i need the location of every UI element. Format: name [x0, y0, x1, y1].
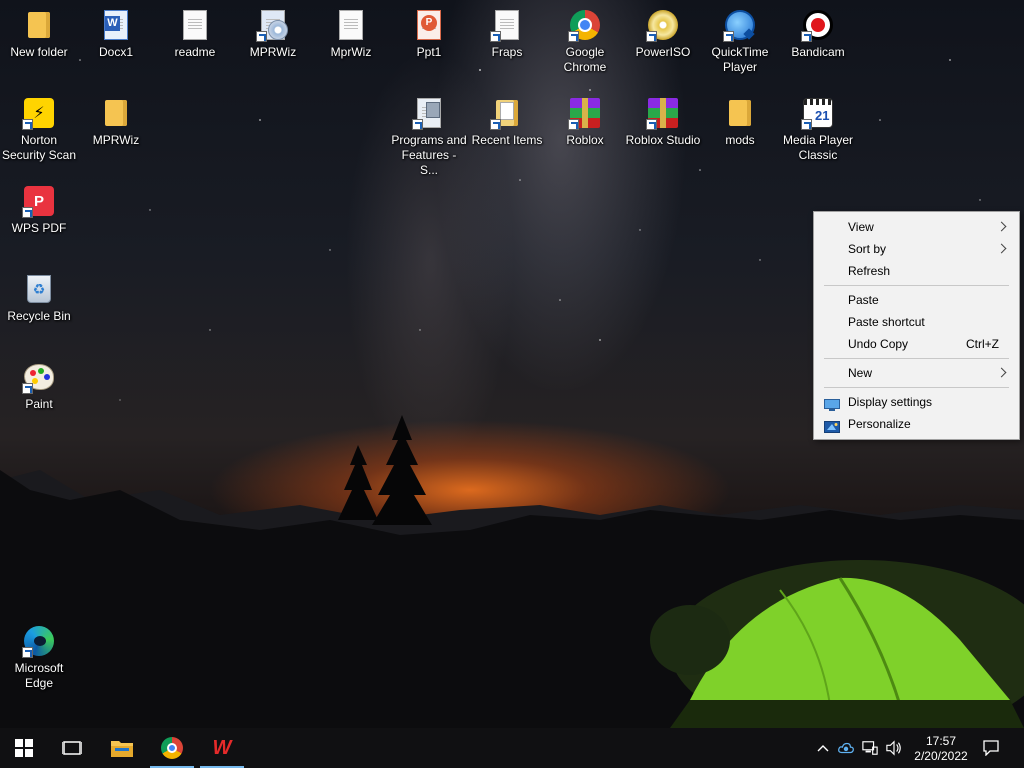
desktop-icon-new-folder[interactable]: New folder: [1, 8, 77, 60]
menu-item-refresh[interactable]: Refresh: [814, 260, 1019, 282]
desktop-icon-google-chrome[interactable]: Google Chrome: [547, 8, 623, 75]
desktop-icon-paint[interactable]: Paint: [1, 360, 77, 412]
desktop-icon-roblox[interactable]: Roblox: [547, 96, 623, 148]
desktop-icon-wps-pdf[interactable]: P WPS PDF: [1, 184, 77, 236]
menu-separator: [824, 358, 1009, 359]
volume-speaker-icon[interactable]: [886, 740, 902, 756]
onedrive-cloud-icon[interactable]: [838, 740, 854, 756]
desktop-icon-roblox-studio[interactable]: Roblox Studio: [625, 96, 701, 148]
folder-icon: [99, 96, 133, 130]
desktop-icon-bandicam[interactable]: Bandicam: [780, 8, 856, 60]
show-hidden-icons-chevron-icon[interactable]: [815, 740, 831, 756]
poweriso-disc-icon: [646, 8, 680, 42]
menu-separator: [824, 387, 1009, 388]
desktop-icon-readme[interactable]: readme: [157, 8, 233, 60]
display-monitor-icon: [824, 396, 840, 411]
chevron-right-icon: [996, 243, 1007, 254]
menu-item-display-settings[interactable]: Display settings: [814, 391, 1019, 413]
text-file-icon: [178, 8, 212, 42]
taskbar-clock[interactable]: 17:57 2/20/2022: [903, 734, 979, 764]
programs-features-icon: [412, 96, 446, 130]
desktop-icon-programs-and-features[interactable]: Programs and Features - S...: [391, 96, 467, 178]
keyboard-shortcut-label: Ctrl+Z: [966, 337, 999, 351]
menu-item-personalize[interactable]: Personalize: [814, 413, 1019, 435]
installer-disc-icon: [256, 8, 290, 42]
menu-separator: [824, 285, 1009, 286]
menu-item-undo-copy[interactable]: Undo Copy Ctrl+Z: [814, 333, 1019, 355]
word-document-icon: W: [99, 8, 133, 42]
fraps-file-icon: [490, 8, 524, 42]
desktop-icon-fraps[interactable]: Fraps: [469, 8, 545, 60]
desktop-icon-ppt1[interactable]: P Ppt1: [391, 8, 467, 60]
winrar-archive-icon: [568, 96, 602, 130]
wps-office-icon: W: [212, 736, 232, 759]
desktop-icon-microsoft-edge[interactable]: Microsoft Edge: [1, 624, 77, 691]
desktop-icon-mods[interactable]: mods: [702, 96, 778, 148]
media-player-classic-icon: 21: [801, 96, 835, 130]
menu-item-new[interactable]: New: [814, 362, 1019, 384]
chrome-icon: [161, 737, 183, 759]
file-explorer-icon: [111, 741, 133, 757]
chevron-right-icon: [996, 221, 1007, 232]
bandicam-record-icon: [801, 8, 835, 42]
text-file-icon: [334, 8, 368, 42]
taskbar: W 17:57 2/20/2022: [0, 728, 1024, 768]
folder-icon: [22, 8, 56, 42]
chrome-icon: [568, 8, 602, 42]
desktop-context-menu: View Sort by Refresh Paste Paste shortcu…: [813, 211, 1020, 440]
desktop-icon-docx1[interactable]: W Docx1: [78, 8, 154, 60]
powerpoint-document-icon: P: [412, 8, 446, 42]
taskbar-wps-office[interactable]: W: [198, 728, 246, 768]
clock-date: 2/20/2022: [914, 749, 968, 763]
desktop-icon-mprwiz-folder[interactable]: MPRWiz: [78, 96, 154, 148]
menu-item-view[interactable]: View: [814, 216, 1019, 238]
taskbar-google-chrome[interactable]: [148, 728, 196, 768]
desktop-icon-recycle-bin[interactable]: ♻ Recycle Bin: [1, 272, 77, 324]
clock-time: 17:57: [925, 734, 957, 748]
desktop-icon-recent-items[interactable]: Recent Items: [469, 96, 545, 148]
desktop-icon-media-player-classic[interactable]: 21 Media Player Classic: [780, 96, 856, 163]
network-ethernet-icon[interactable]: [862, 740, 878, 756]
menu-item-sort-by[interactable]: Sort by: [814, 238, 1019, 260]
recent-items-folder-icon: [490, 96, 524, 130]
personalize-icon: [824, 418, 840, 433]
task-view-button[interactable]: [48, 728, 96, 768]
winrar-archive-icon: [646, 96, 680, 130]
taskbar-file-explorer[interactable]: [98, 728, 146, 768]
wps-pdf-icon: P: [22, 184, 56, 218]
recycle-bin-icon: ♻: [22, 272, 56, 306]
menu-item-paste[interactable]: Paste: [814, 289, 1019, 311]
start-button[interactable]: [0, 728, 48, 768]
desktop-icon-norton-security-scan[interactable]: ⚡ Norton Security Scan: [1, 96, 77, 163]
norton-icon: ⚡: [22, 96, 56, 130]
desktop-icon-mprwiz[interactable]: MPRWiz: [235, 8, 311, 60]
action-center-notification-icon[interactable]: [983, 740, 999, 756]
task-view-icon: [62, 741, 82, 755]
desktop-icon-quicktime-player[interactable]: QuickTime Player: [702, 8, 778, 75]
chevron-right-icon: [996, 367, 1007, 378]
desktop-icon-mprwiz-file[interactable]: MprWiz: [313, 8, 389, 60]
folder-icon: [723, 96, 757, 130]
paint-palette-icon: [22, 360, 56, 394]
edge-icon: [22, 624, 56, 658]
windows-logo-icon: [15, 739, 33, 757]
desktop-icon-poweriso[interactable]: PowerISO: [625, 8, 701, 60]
quicktime-icon: [723, 8, 757, 42]
menu-item-paste-shortcut[interactable]: Paste shortcut: [814, 311, 1019, 333]
